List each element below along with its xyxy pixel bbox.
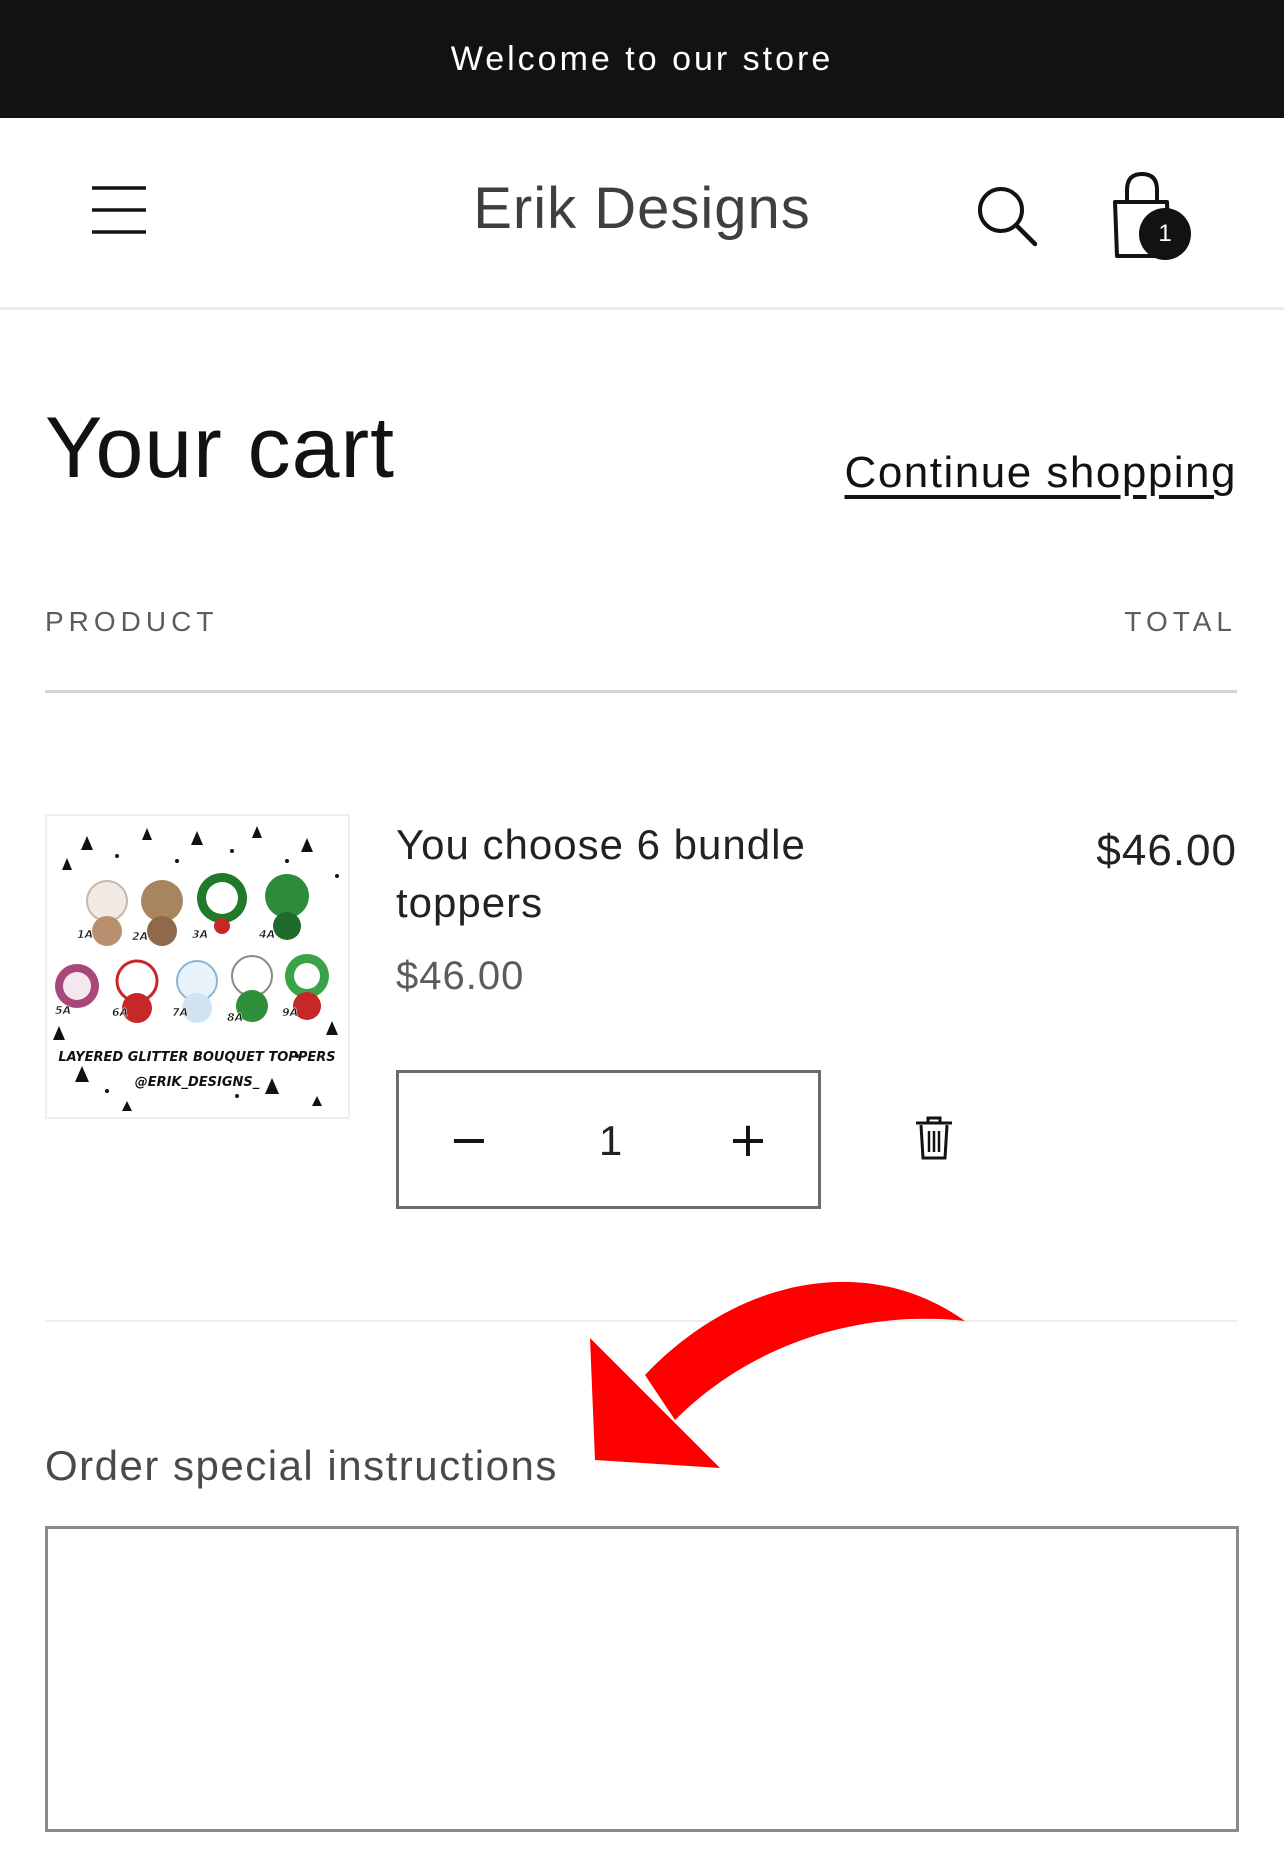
svg-text:8A: 8A	[227, 1011, 243, 1024]
svg-text:2A: 2A	[132, 930, 148, 943]
increase-quantity-button[interactable]: +	[678, 1073, 818, 1206]
svg-text:3A: 3A	[192, 928, 208, 941]
image-handle-text: @ERIK_DESIGNS_	[135, 1075, 260, 1090]
svg-text:7A: 7A	[172, 1006, 188, 1019]
page-title: Your cart	[45, 400, 396, 496]
red-annotation-arrow-icon	[590, 1281, 965, 1468]
header-divider	[45, 690, 1237, 693]
product-image[interactable]: LAYERED GLITTER BOUQUET TOPPERS @ERIK_DE…	[45, 814, 350, 1119]
quantity-stepper: − +	[396, 1070, 821, 1209]
order-notes-label: Order special instructions	[45, 1442, 558, 1489]
store-name[interactable]: Erik Designs	[0, 180, 1284, 238]
line-item-total: $46.00	[1096, 826, 1237, 875]
product-unit-price: $46.00	[396, 954, 525, 998]
continue-shopping-link[interactable]: Continue shopping	[845, 448, 1237, 498]
decrease-quantity-button[interactable]: −	[399, 1073, 539, 1206]
site-header: Erik Designs 1	[0, 118, 1284, 310]
svg-text:4A: 4A	[258, 928, 275, 941]
announcement-text: Welcome to our store	[450, 39, 834, 78]
order-notes-textarea[interactable]	[45, 1526, 1239, 1832]
svg-text:1A: 1A	[77, 928, 93, 941]
product-title-link[interactable]: You choose 6 bundle toppers	[396, 816, 836, 932]
cart-count-badge: 1	[1139, 208, 1191, 260]
quantity-input[interactable]	[539, 1073, 682, 1208]
image-banner-text: LAYERED GLITTER BOUQUET TOPPERS	[58, 1050, 335, 1065]
trash-icon[interactable]	[914, 1115, 954, 1161]
svg-text:9A: 9A	[282, 1006, 298, 1019]
search-icon[interactable]	[975, 184, 1039, 248]
column-header-product: PRODUCT	[45, 606, 219, 637]
hello-kitty-figures	[55, 873, 329, 1023]
svg-text:6A: 6A	[112, 1006, 128, 1019]
announcement-bar: Welcome to our store	[0, 0, 1284, 118]
column-header-total: TOTAL	[1124, 606, 1237, 637]
svg-text:5A: 5A	[55, 1004, 71, 1017]
